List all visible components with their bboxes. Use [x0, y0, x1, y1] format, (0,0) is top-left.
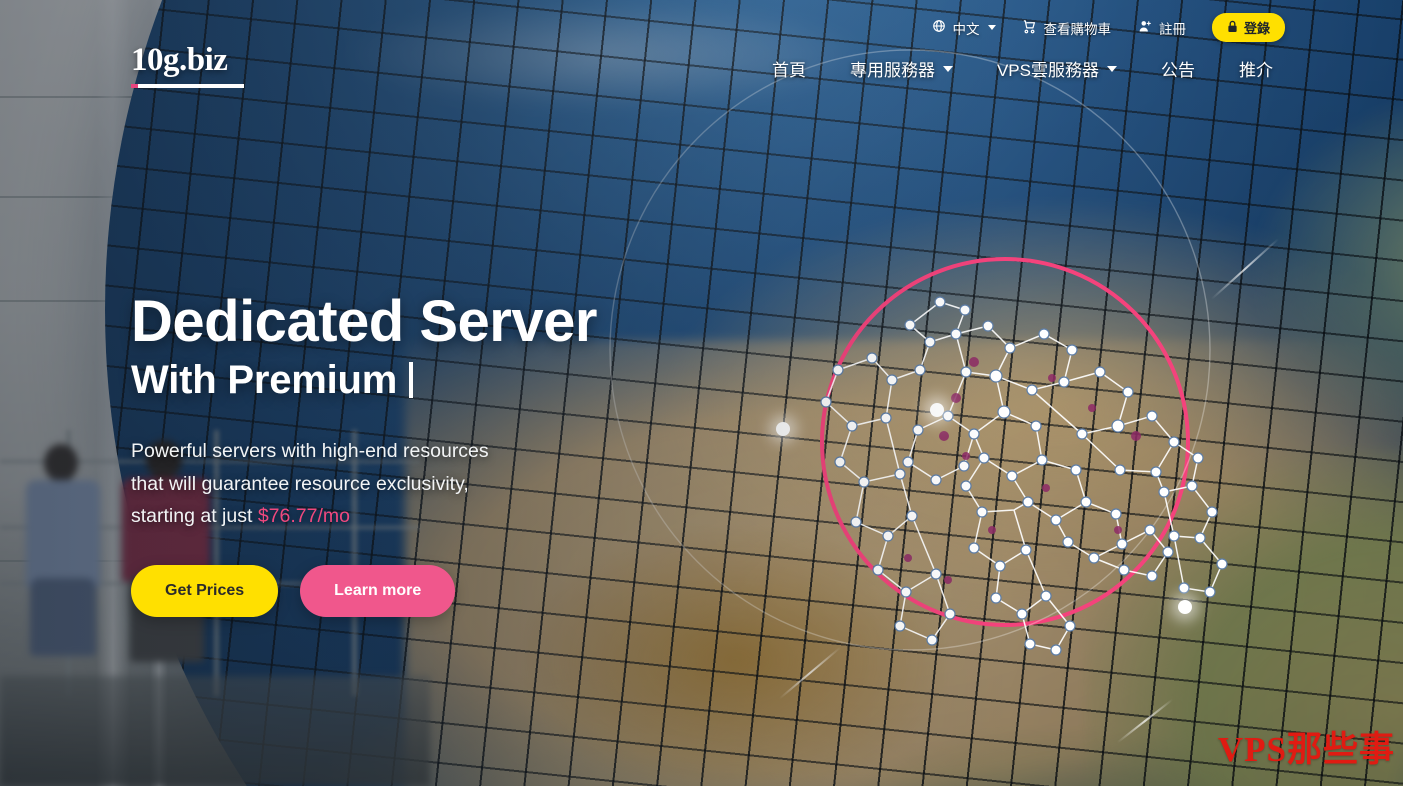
- language-label: 中文: [952, 21, 980, 37]
- hero-subtitle-row: With Premium: [131, 358, 751, 402]
- lock-icon: [1227, 20, 1238, 36]
- nav-item-announcements[interactable]: 公告: [1161, 56, 1195, 81]
- user-plus-icon: [1137, 19, 1153, 37]
- site-header: 中文 查看購物車 註冊 登錄 首頁 專用服務器 VPS雲服務器 公告 推介 10…: [0, 0, 1403, 88]
- cart-icon: [1022, 19, 1037, 37]
- hero-description-line-3: starting at just: [131, 505, 258, 528]
- watermark: VPS那些事: [1217, 730, 1395, 769]
- hero-cta-group: Get Prices Learn more: [131, 565, 751, 617]
- site-logo[interactable]: 10g.biz: [131, 44, 244, 88]
- nav-item-vps-cloud-servers[interactable]: VPS雲服務器: [997, 56, 1117, 81]
- hero-section: Dedicated Server With Premium Powerful s…: [131, 289, 751, 617]
- learn-more-button[interactable]: Learn more: [300, 565, 456, 617]
- logo-underline: [131, 84, 244, 88]
- register-label: 註冊: [1158, 21, 1186, 37]
- nav-label: 專用服務器: [849, 61, 935, 80]
- hero-description-line-1: Powerful servers with high-end resources: [131, 440, 489, 463]
- nav-item-dedicated-servers[interactable]: 專用服務器: [850, 56, 953, 81]
- hero-title: Dedicated Server: [131, 289, 597, 354]
- globe-icon: [932, 19, 946, 36]
- hero-price: $76.77/mo: [257, 505, 350, 528]
- nav-item-affiliates[interactable]: 推介: [1239, 56, 1273, 81]
- nav-label: 公告: [1161, 61, 1195, 80]
- get-prices-button[interactable]: Get Prices: [131, 565, 279, 617]
- page-root: 中文 查看購物車 註冊 登錄 首頁 專用服務器 VPS雲服務器 公告 推介 10…: [0, 0, 1403, 786]
- register-link[interactable]: 註冊: [1137, 18, 1186, 38]
- login-button[interactable]: 登錄: [1211, 13, 1285, 42]
- language-switcher[interactable]: 中文: [932, 18, 997, 38]
- hero-subtitle: With Premium: [131, 358, 398, 403]
- nav-label: 首頁: [771, 61, 806, 80]
- typing-cursor: [409, 362, 414, 399]
- hero-description: Powerful servers with high-end resources…: [131, 435, 751, 533]
- login-label: 登錄: [1243, 21, 1270, 36]
- nav-item-home[interactable]: 首頁: [772, 56, 806, 81]
- cart-link[interactable]: 查看購物車: [1022, 18, 1111, 38]
- logo-text: 10g.biz: [131, 42, 228, 78]
- nav-label: VPS雲服務器: [996, 61, 1099, 80]
- nav-label: 推介: [1239, 61, 1273, 80]
- utility-bar: 中文 查看購物車 註冊 登錄: [0, 0, 1403, 42]
- cart-label: 查看購物車: [1043, 21, 1111, 37]
- chevron-down-icon: [942, 65, 953, 72]
- chevron-down-icon: [1107, 65, 1117, 72]
- chevron-down-icon: [988, 25, 997, 30]
- hero-description-line-2: that will guarantee resource exclusivity…: [131, 472, 469, 495]
